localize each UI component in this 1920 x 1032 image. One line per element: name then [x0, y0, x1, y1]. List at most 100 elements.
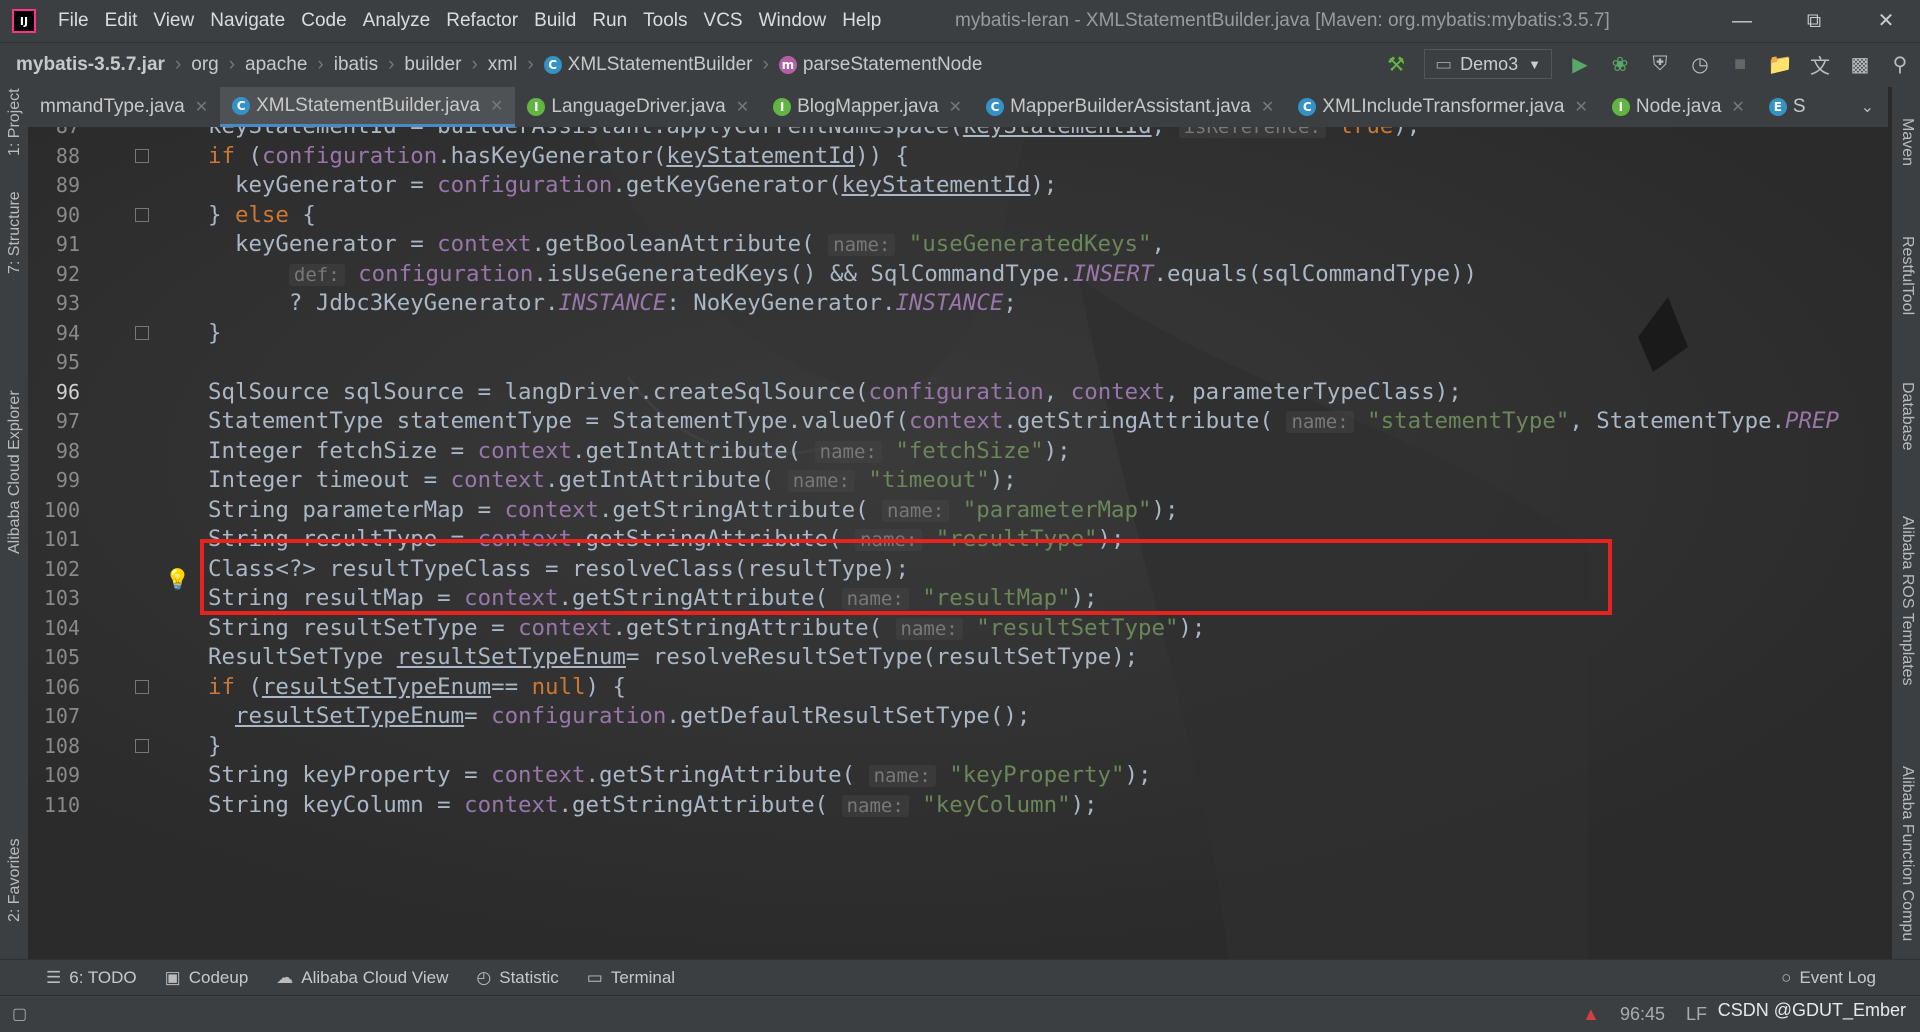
code-line[interactable]: 110 String keyColumn = context.getStringA… [28, 787, 1892, 823]
debug-icon[interactable]: ❀ [1600, 42, 1640, 86]
line-number: 110 [43, 792, 80, 817]
editor-tab[interactable]: mmandType.java ✕ [28, 87, 220, 127]
code-token: if [208, 673, 249, 700]
fold-marker-icon[interactable] [135, 679, 149, 694]
run-icon[interactable]: ▶ [1560, 42, 1600, 86]
tool-window-statistic[interactable]: ◴ Statistic [462, 968, 572, 988]
tab-label: XMLStatementBuilder.java [256, 94, 480, 116]
breadcrumb-separator: › [762, 54, 769, 75]
fold-marker-icon[interactable] [135, 207, 149, 222]
tab-close-icon[interactable]: ✕ [1261, 97, 1274, 117]
menu-analyze[interactable]: Analyze [355, 0, 439, 42]
alibaba-ros-templates-button[interactable]: Alibaba ROS Templates [1898, 516, 1916, 686]
project-structure-icon[interactable]: 📁 [1760, 42, 1800, 86]
left-tool-strip: 1: Project 7: Structure Alibaba Cloud Ex… [0, 86, 28, 959]
tab-close-icon[interactable]: ✕ [1574, 97, 1587, 117]
event-log-button[interactable]: ○ Event Log [1767, 968, 1890, 988]
tool-window-terminal[interactable]: ▭ Terminal [573, 968, 689, 988]
close-icon[interactable]: ✕ [1856, 0, 1916, 42]
menu-refactor[interactable]: Refactor [438, 0, 526, 42]
alibaba-function-compute-button[interactable]: Alibaba Function Compu [1898, 766, 1916, 941]
editor-tab[interactable]: C XMLIncludeTransformer.java ✕ [1286, 87, 1600, 127]
editor-tab[interactable]: I LanguageDriver.java ✕ [515, 87, 761, 127]
code-token: name: [814, 440, 882, 463]
fold-marker-icon[interactable] [135, 325, 149, 340]
error-indicator-icon[interactable]: ▲ [1582, 1004, 1600, 1025]
build-hammer-icon[interactable]: ⚒ [1376, 42, 1416, 86]
menu-tools[interactable]: Tools [635, 0, 695, 42]
tab-close-icon[interactable]: ✕ [736, 97, 749, 117]
breadcrumb-builder[interactable]: builder [398, 54, 467, 76]
editor-tab[interactable]: ES [1757, 87, 1818, 127]
caret-position[interactable]: 96:45 [1620, 1004, 1665, 1025]
tab-close-icon[interactable]: ✕ [1731, 97, 1744, 117]
breadcrumb-separator: › [228, 54, 236, 75]
run-config-select[interactable]: ▭ Demo3 ▼ [1424, 49, 1552, 79]
menu-edit[interactable]: Edit [97, 0, 146, 42]
favorites-tool-button[interactable]: 2: Favorites [6, 838, 24, 922]
search-icon[interactable]: ⚲ [1880, 42, 1920, 86]
intention-bulb-icon[interactable]: 💡 [165, 567, 190, 592]
menu-vcs[interactable]: VCS [696, 0, 751, 42]
maven-tool-button[interactable]: Maven [1898, 118, 1916, 166]
breadcrumb-class[interactable]: C XMLStatementBuilder [538, 54, 759, 76]
breadcrumb-apache[interactable]: apache [239, 54, 313, 76]
menu-run[interactable]: Run [584, 0, 635, 42]
panel-toggle-icon[interactable]: ▢ [12, 1004, 27, 1024]
database-tool-button[interactable]: Database [1898, 382, 1916, 451]
tab-label: mmandType.java [40, 96, 185, 117]
menu-view[interactable]: View [145, 0, 202, 42]
stop-icon[interactable]: ■ [1720, 42, 1760, 86]
fold-marker-icon[interactable] [135, 148, 149, 163]
breadcrumb-method[interactable]: m parseStatementNode [773, 54, 989, 76]
tool-window-codeup[interactable]: ▣ Codeup [151, 968, 263, 988]
tool-window-6-todo[interactable]: ☰ 6: TODO [0, 968, 151, 988]
status-bar: ▢ ▲ 96:45 LF [0, 995, 1920, 1032]
menu-help[interactable]: Help [834, 0, 889, 42]
code-editor[interactable]: 87keyStatementId = builderAssistant.appl… [28, 127, 1892, 959]
minimize-icon[interactable]: — [1712, 0, 1772, 42]
event-log-icon: ○ [1781, 968, 1792, 987]
tool-window-alibaba-cloud-view[interactable]: ☁ Alibaba Cloud View [262, 968, 462, 988]
code-token: "statementType" [1353, 408, 1570, 434]
restfultool-button[interactable]: RestfulTool [1898, 236, 1916, 315]
menu-bar: IJ File Edit View Navigate Code Analyze Refact… [0, 0, 1920, 42]
red-highlight-annotation [200, 539, 1612, 615]
restore-icon[interactable]: ⧉ [1784, 0, 1844, 42]
tab-overflow-icon[interactable]: ⌄ [1847, 97, 1888, 117]
config-icon: ▭ [1435, 53, 1453, 74]
interface-icon: I [773, 98, 792, 116]
structure-tool-button[interactable]: 7: Structure [6, 191, 24, 274]
code-token: def: [288, 263, 345, 286]
editor-tab[interactable]: I Node.java ✕ [1600, 87, 1757, 127]
profile-icon[interactable]: ◷ [1680, 42, 1720, 86]
statistic-icon: ◴ [476, 968, 492, 987]
menu-file[interactable]: File [50, 0, 97, 42]
code-token: name: [828, 234, 896, 256]
breadcrumb-ibatis[interactable]: ibatis [328, 54, 384, 76]
editor-tab[interactable]: I BlogMapper.java ✕ [761, 87, 974, 127]
code-token: } [208, 319, 222, 346]
menu-build[interactable]: Build [526, 0, 584, 42]
code-token: .equals(sqlCommandType)) [1153, 260, 1478, 287]
fold-marker-icon[interactable] [135, 738, 149, 753]
code-token: INSTANCE [558, 290, 667, 316]
editor-tab[interactable]: C MapperBuilderAssistant.java ✕ [974, 87, 1286, 127]
tab-close-icon[interactable]: ✕ [949, 97, 962, 117]
translate-icon[interactable]: 文 [1800, 42, 1840, 86]
breadcrumb-org[interactable]: org [185, 54, 224, 76]
editor-tab[interactable]: C XMLStatementBuilder.java ✕ [220, 87, 516, 127]
coverage-icon[interactable]: ⛨ [1640, 42, 1680, 86]
menu-code[interactable]: Code [293, 0, 354, 42]
tab-close-icon[interactable]: ✕ [195, 97, 208, 117]
code-token: ); [1178, 614, 1206, 641]
line-separator[interactable]: LF [1686, 1004, 1707, 1025]
menu-navigate[interactable]: Navigate [202, 0, 293, 42]
tab-close-icon[interactable]: ✕ [490, 96, 503, 116]
menu-window[interactable]: Window [751, 0, 835, 42]
project-tool-button[interactable]: 1: Project [6, 88, 24, 156]
terminal-toggle-icon[interactable]: ▩ [1840, 42, 1880, 86]
breadcrumb-jar[interactable]: mybatis-3.5.7.jar [0, 54, 171, 76]
alibaba-cloud-explorer-button[interactable]: Alibaba Cloud Explorer [6, 390, 24, 554]
breadcrumb-xml[interactable]: xml [482, 54, 524, 76]
